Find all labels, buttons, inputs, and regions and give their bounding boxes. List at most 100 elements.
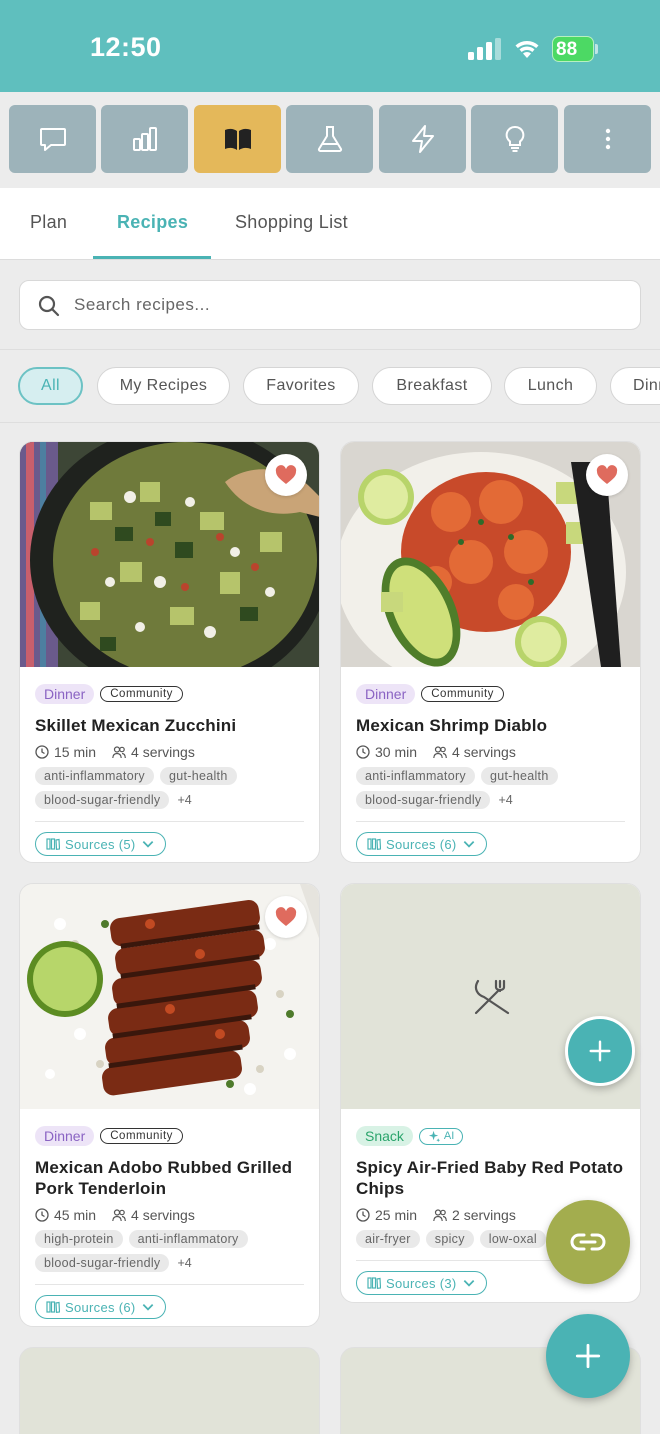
recipe-card[interactable]: Dinner Community Mexican Shrimp Diablo 3…	[340, 441, 641, 863]
sources-dropdown[interactable]: Sources (3)	[356, 1271, 487, 1295]
top-toolbar	[0, 92, 660, 188]
divider	[35, 821, 304, 822]
sources-dropdown[interactable]: Sources (6)	[35, 1295, 166, 1319]
lab-button[interactable]	[286, 105, 373, 173]
signal-icon	[468, 38, 501, 60]
sources-dropdown[interactable]: Sources (6)	[356, 832, 487, 856]
link-icon	[570, 1233, 606, 1251]
library-icon	[46, 1301, 60, 1313]
filter-chip-all[interactable]: All	[18, 367, 83, 405]
sources-dropdown[interactable]: Sources (5)	[35, 832, 166, 856]
battery-indicator: 88	[552, 36, 598, 62]
tag-chip: blood-sugar-friendly	[35, 1254, 170, 1272]
recipe-card[interactable]: Dinner Community Skillet Mexican Zucchin…	[19, 441, 320, 863]
tag-chip: gut-health	[480, 767, 558, 785]
favorite-button[interactable]	[265, 454, 307, 496]
insights-button[interactable]	[471, 105, 558, 173]
favorite-button[interactable]	[586, 454, 628, 496]
community-badge: Community	[421, 686, 504, 702]
section-tabs: Plan Recipes Shopping List	[0, 188, 660, 260]
tag-chip: high-protein	[35, 1230, 123, 1248]
recipe-card-body: Dinner Community Mexican Shrimp Diablo 3…	[356, 683, 625, 856]
ai-badge-label: AI	[443, 1130, 455, 1142]
search-bar-container	[0, 260, 660, 350]
ai-badge: AI	[418, 1127, 464, 1145]
users-icon	[433, 1209, 447, 1222]
tag-chip: gut-health	[159, 767, 237, 785]
more-vertical-icon	[605, 128, 610, 150]
tag-chip: low-oxal	[479, 1230, 546, 1248]
recipe-card-partial[interactable]	[19, 1347, 320, 1434]
tab-shopping-list[interactable]: Shopping List	[235, 212, 348, 233]
battery-level: 88	[556, 39, 578, 60]
tab-plan[interactable]: Plan	[30, 212, 67, 233]
recipe-servings: 4 servings	[452, 744, 516, 760]
divider	[35, 1284, 304, 1285]
heart-icon	[275, 907, 297, 926]
search-box[interactable]	[19, 280, 641, 330]
category-badge: Dinner	[35, 684, 95, 704]
flask-icon	[317, 126, 342, 152]
heart-icon	[275, 465, 297, 484]
recipe-card[interactable]: Dinner Community Mexican Adobo Rubbed Gr…	[19, 883, 320, 1327]
tag-chip: anti-inflammatory	[128, 1230, 248, 1248]
sparkles-icon	[428, 1130, 440, 1142]
tag-chip: anti-inflammatory	[35, 767, 154, 785]
clock-icon	[356, 1208, 370, 1222]
chat-bubble-icon	[39, 128, 66, 151]
chevron-down-icon	[463, 841, 474, 848]
sources-label: Sources (3)	[386, 1275, 457, 1291]
sources-label: Sources (5)	[65, 836, 136, 852]
clock-icon	[35, 1208, 49, 1222]
filter-chip-favorites[interactable]: Favorites	[243, 367, 359, 405]
add-to-plan-button[interactable]	[565, 1016, 635, 1086]
tag-chip: air-fryer	[356, 1230, 420, 1248]
search-input[interactable]	[74, 281, 614, 329]
filter-chip-lunch[interactable]: Lunch	[504, 367, 597, 405]
recipe-time: 30 min	[375, 744, 418, 760]
utensils-crossed-icon	[474, 979, 509, 1014]
users-icon	[112, 746, 126, 759]
tab-recipes[interactable]: Recipes	[117, 212, 188, 233]
sources-label: Sources (6)	[65, 1299, 136, 1315]
recipe-time: 25 min	[375, 1207, 418, 1223]
filter-chips: All My Recipes Favorites Breakfast Lunch…	[0, 351, 660, 423]
filter-chip-my-recipes[interactable]: My Recipes	[97, 367, 230, 405]
sources-label: Sources (6)	[386, 836, 457, 852]
users-icon	[112, 1209, 126, 1222]
recipe-servings: 4 servings	[131, 744, 195, 760]
plus-icon	[575, 1343, 601, 1369]
recipe-time: 15 min	[54, 744, 97, 760]
add-recipe-button[interactable]	[546, 1314, 630, 1398]
clock-icon	[35, 745, 49, 759]
recipe-title: Mexican Shrimp Diablo	[356, 716, 548, 735]
active-tab-indicator	[93, 256, 211, 259]
recipes-book-button[interactable]	[194, 105, 281, 173]
recipe-card-body: Dinner Community Mexican Adobo Rubbed Gr…	[35, 1125, 304, 1319]
clock-icon	[356, 745, 370, 759]
more-button[interactable]	[564, 105, 651, 173]
status-bar: 12:50 88	[0, 0, 660, 92]
community-badge: Community	[100, 686, 183, 702]
plus-icon	[589, 1040, 611, 1062]
recipe-time: 45 min	[54, 1207, 97, 1223]
recipe-title: Skillet Mexican Zucchini	[35, 716, 237, 735]
category-badge: Snack	[356, 1126, 413, 1146]
category-badge: Dinner	[356, 684, 416, 704]
favorite-button[interactable]	[265, 896, 307, 938]
filter-chip-breakfast[interactable]: Breakfast	[372, 367, 492, 405]
recipe-title: Spicy Air-Fried Baby Red Potato Chips	[356, 1158, 624, 1198]
recipe-servings: 2 servings	[452, 1207, 516, 1223]
chat-button[interactable]	[9, 105, 96, 173]
more-tags-count: +4	[177, 793, 192, 807]
search-icon	[38, 295, 60, 317]
library-icon	[46, 838, 60, 850]
tag-chip: blood-sugar-friendly	[356, 791, 491, 809]
stats-button[interactable]	[101, 105, 188, 173]
more-tags-count: +4	[177, 1256, 192, 1270]
wifi-icon	[515, 41, 539, 58]
quick-actions-button[interactable]	[379, 105, 466, 173]
import-link-button[interactable]	[546, 1200, 630, 1284]
divider	[356, 821, 625, 822]
filter-chip-dinner[interactable]: Dinner	[610, 367, 660, 405]
